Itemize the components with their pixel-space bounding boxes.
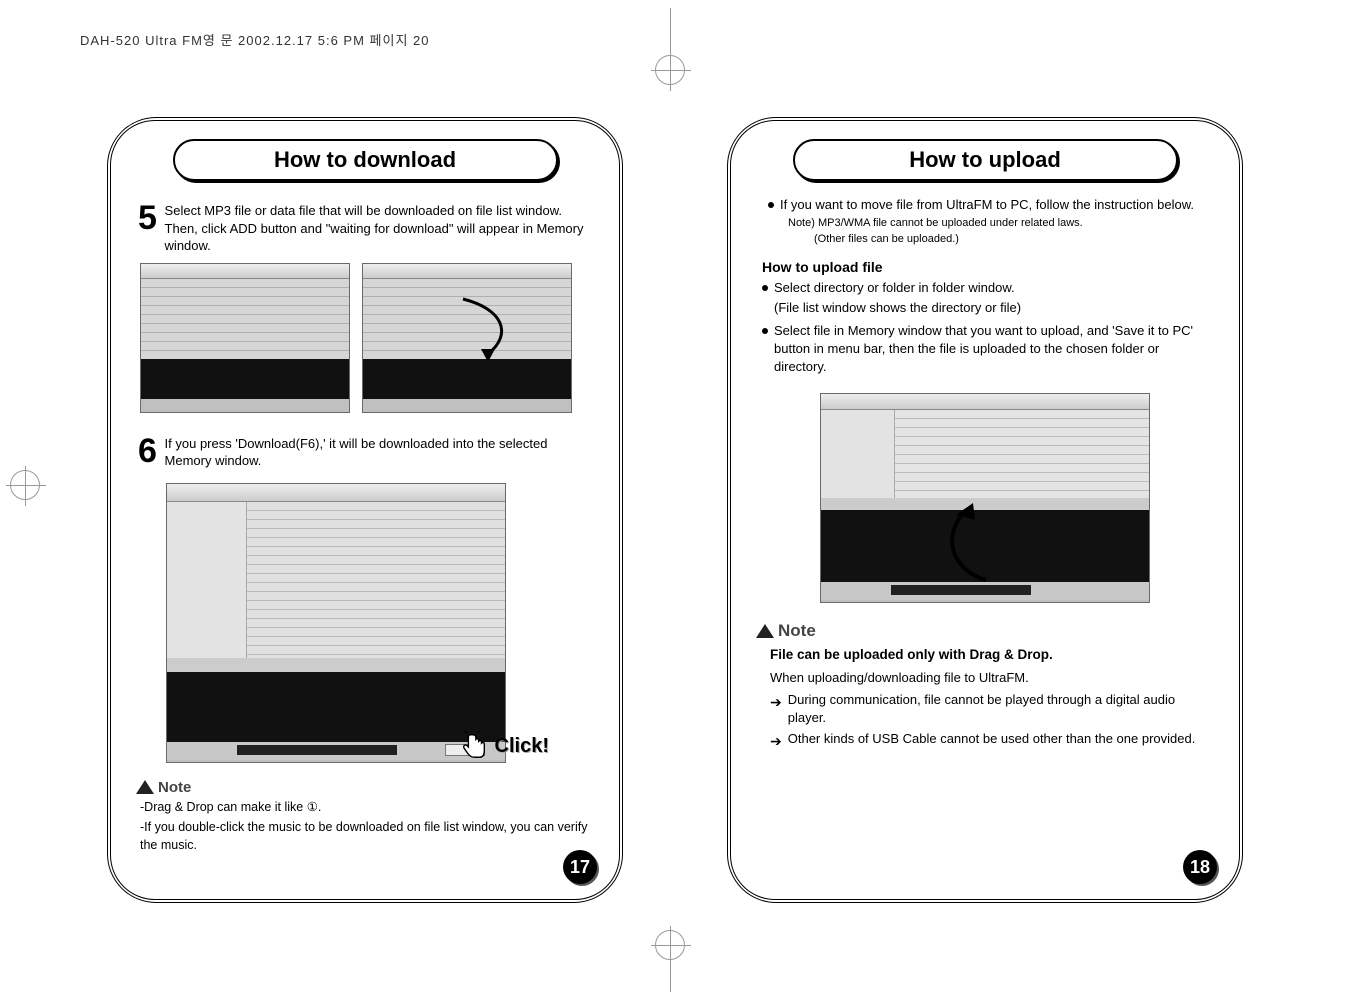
step-5-text: Select MP3 file or data file that will b… <box>165 202 585 255</box>
arrow-bullet: ➔ During communication, file cannot be p… <box>770 691 1214 727</box>
crop-target-bottom <box>655 930 685 960</box>
note-line: -Drag & Drop can make it like ①. <box>136 798 594 816</box>
intro-subnote: Note) MP3/WMA file cannot be uploaded un… <box>788 216 1214 231</box>
doc-header: DAH-520 Ultra FM영 문 2002.12.17 5:6 PM 페이… <box>80 30 429 49</box>
crop-target-left <box>10 470 50 500</box>
triangle-icon <box>136 780 154 794</box>
intro-bullet: If you want to move file from UltraFM to… <box>768 196 1214 214</box>
triangle-icon <box>756 624 774 638</box>
section-subtitle: How to upload file <box>762 259 1214 275</box>
arrow-bullet: ➔ Other kinds of USB Cable cannot be use… <box>770 730 1214 752</box>
step-bullet-1: Select directory or folder in folder win… <box>762 279 1214 297</box>
note-intro-line: When uploading/downloading file to Ultra… <box>770 670 1214 685</box>
note-block: Note File can be uploaded only with Drag… <box>756 621 1214 752</box>
app-screenshot <box>140 263 350 413</box>
intro-subnote: (Other files can be uploaded.) <box>814 232 1214 247</box>
arrow-text: During communication, file cannot be pla… <box>788 691 1214 727</box>
step-number-5: 5 <box>138 196 157 242</box>
page-title: How to upload <box>793 139 1178 181</box>
step-bullet-2: Select file in Memory window that you wa… <box>762 322 1214 377</box>
page-left: How to download 5 Select MP3 file or dat… <box>110 120 620 900</box>
bullet-text: Select directory or folder in folder win… <box>774 279 1015 297</box>
step-5: 5 Select MP3 file or data file that will… <box>136 196 594 255</box>
note-bold-line: File can be uploaded only with Drag & Dr… <box>770 647 1214 662</box>
note-line: -If you double-click the music to be dow… <box>136 818 594 854</box>
drag-arrow-icon <box>453 294 523 364</box>
app-screenshot-upload <box>820 393 1150 603</box>
bullet-text: Select file in Memory window that you wa… <box>774 322 1214 377</box>
note-heading: Note <box>756 621 1214 641</box>
bullet-sub: (File list window shows the directory or… <box>774 299 1214 318</box>
page-title: How to download <box>173 139 558 181</box>
page-right: How to upload If you want to move file f… <box>730 120 1240 900</box>
note-label: Note <box>778 621 816 641</box>
screenshot-pair: 1 <box>140 263 594 413</box>
crop-target-top <box>655 55 685 85</box>
arrow-text: Other kinds of USB Cable cannot be used … <box>788 730 1196 752</box>
intro-text: If you want to move file from UltraFM to… <box>780 196 1194 214</box>
step-6-text: If you press 'Download(F6),' it will be … <box>165 435 585 470</box>
arrow-icon: ➔ <box>770 732 782 752</box>
click-callout: Click! <box>459 731 549 761</box>
pointer-hand-icon <box>459 731 489 761</box>
bullet-dot-icon <box>768 202 774 208</box>
note-label: Note <box>158 779 191 796</box>
bullet-dot-icon <box>762 285 768 291</box>
step-number-6: 6 <box>138 429 157 475</box>
bullet-dot-icon <box>762 328 768 334</box>
callout-1: 1 <box>571 372 572 390</box>
arrow-icon: ➔ <box>770 693 782 727</box>
page-number: 18 <box>1183 850 1217 884</box>
page-number: 17 <box>563 850 597 884</box>
app-screenshot-large <box>166 483 506 763</box>
upload-arrow-icon <box>931 500 1011 590</box>
step-6: 6 If you press 'Download(F6),' it will b… <box>136 429 594 475</box>
note-heading: Note <box>136 779 594 796</box>
app-screenshot: 1 <box>362 263 572 413</box>
click-label: Click! <box>495 735 549 758</box>
